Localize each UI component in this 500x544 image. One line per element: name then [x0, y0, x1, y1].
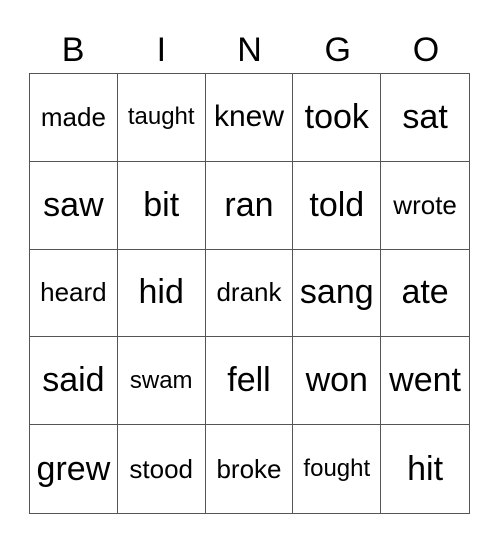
- bingo-cell: broke: [206, 425, 294, 513]
- bingo-cell: knew: [205, 74, 294, 162]
- header-letter-i: I: [156, 31, 167, 69]
- bingo-cell: sang: [293, 249, 382, 338]
- bingo-cell: said: [30, 337, 118, 426]
- bingo-cell: ran: [205, 161, 294, 250]
- bingo-cell: sat: [381, 74, 469, 162]
- header-letter-b: B: [61, 31, 85, 69]
- bingo-cell: hit: [407, 449, 444, 488]
- bingo-cell: grew: [30, 425, 118, 513]
- bingo-cell: heard: [30, 249, 118, 338]
- bingo-cell: took: [293, 74, 382, 162]
- header-letter-o: O: [412, 31, 440, 69]
- bingo-cell: fell: [205, 337, 294, 426]
- bingo-cell: hid: [117, 249, 206, 338]
- bingo-header: B I N G O: [29, 28, 470, 72]
- bingo-cell: ate: [381, 250, 469, 338]
- bingo-cell: swam: [117, 337, 206, 426]
- bingo-cell: taught: [117, 74, 206, 162]
- bingo-cell: drank: [205, 249, 294, 338]
- bingo-cell: stood: [118, 425, 206, 513]
- bingo-cell: won: [293, 337, 382, 426]
- bingo-cell: saw: [30, 161, 118, 250]
- bingo-cell: wrote: [381, 162, 469, 250]
- bingo-cell: made: [30, 74, 118, 162]
- bingo-cell: told: [293, 161, 382, 250]
- bingo-grid: made taught knew took sat saw bit ran to…: [29, 73, 470, 514]
- bingo-cell: bit: [117, 161, 206, 250]
- header-letter-n: N: [237, 31, 262, 69]
- header-letter-g: G: [324, 31, 351, 69]
- bingo-cell: fought: [293, 425, 382, 513]
- bingo-cell: went: [381, 337, 469, 426]
